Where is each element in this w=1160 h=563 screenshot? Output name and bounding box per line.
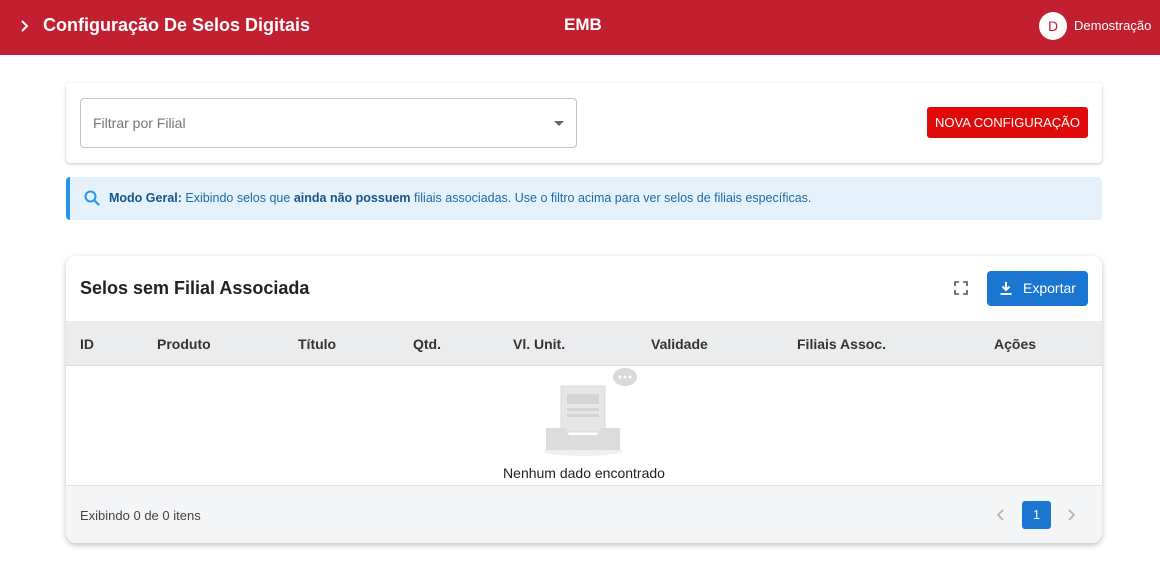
info-text: Modo Geral: Exibindo selos que ainda não… — [109, 191, 811, 205]
user-name[interactable]: Demostração — [1074, 18, 1151, 33]
dropdown-arrow-icon — [554, 121, 564, 126]
items-count: Exibindo 0 de 0 itens — [80, 508, 201, 523]
chevron-right-icon[interactable] — [1064, 507, 1078, 523]
brand-name: EMB — [564, 15, 602, 34]
export-button-label: Exportar — [1023, 280, 1076, 296]
download-icon — [1000, 282, 1012, 295]
info-banner: Modo Geral: Exibindo selos que ainda não… — [66, 177, 1102, 220]
empty-inbox-icon — [543, 368, 637, 456]
chevron-left-icon[interactable] — [994, 507, 1008, 523]
new-configuration-button[interactable]: NOVA CONFIGURAÇÃO — [927, 107, 1088, 138]
column-header-quantity[interactable]: Qtd. — [413, 336, 441, 352]
export-button[interactable]: Exportar — [987, 271, 1088, 306]
info-lead: Modo Geral: — [109, 191, 182, 205]
page-button-current[interactable]: 1 — [1022, 501, 1051, 529]
table-title: Selos sem Filial Associada — [80, 278, 310, 298]
table-card: Selos sem Filial Associada Exportar ID P… — [66, 256, 1102, 543]
filter-card: Filtrar por Filial NOVA CONFIGURAÇÃO — [66, 83, 1102, 163]
column-header-associated-branches[interactable]: Filiais Assoc. — [797, 336, 886, 352]
column-header-product[interactable]: Produto — [157, 336, 211, 352]
column-header-validity[interactable]: Validade — [651, 336, 708, 352]
info-emphasis: ainda não possuem — [293, 191, 411, 205]
fullscreen-icon[interactable] — [954, 281, 968, 295]
table-header: ID Produto Título Qtd. Vl. Unit. Validad… — [66, 321, 1102, 366]
chevron-right-icon[interactable] — [18, 16, 32, 36]
avatar[interactable]: D — [1039, 12, 1067, 40]
branch-filter-placeholder: Filtrar por Filial — [93, 115, 186, 131]
empty-state-text: Nenhum dado encontrado — [503, 465, 665, 481]
page-title: Configuração De Selos Digitais — [43, 15, 311, 35]
column-header-id[interactable]: ID — [80, 336, 94, 352]
top-bar: Configuração De Selos Digitais EMB D Dem… — [0, 0, 1160, 55]
table-footer: Exibindo 0 de 0 itens 1 — [66, 485, 1102, 543]
search-icon — [84, 190, 100, 206]
column-header-unit-value[interactable]: Vl. Unit. — [513, 336, 565, 352]
info-text-before: Exibindo selos que — [185, 191, 291, 205]
info-text-after: filiais associadas. Use o filtro acima p… — [414, 191, 812, 205]
branch-filter-select[interactable]: Filtrar por Filial — [80, 98, 577, 148]
column-header-actions: Ações — [994, 336, 1037, 352]
column-header-title[interactable]: Título — [298, 336, 336, 352]
